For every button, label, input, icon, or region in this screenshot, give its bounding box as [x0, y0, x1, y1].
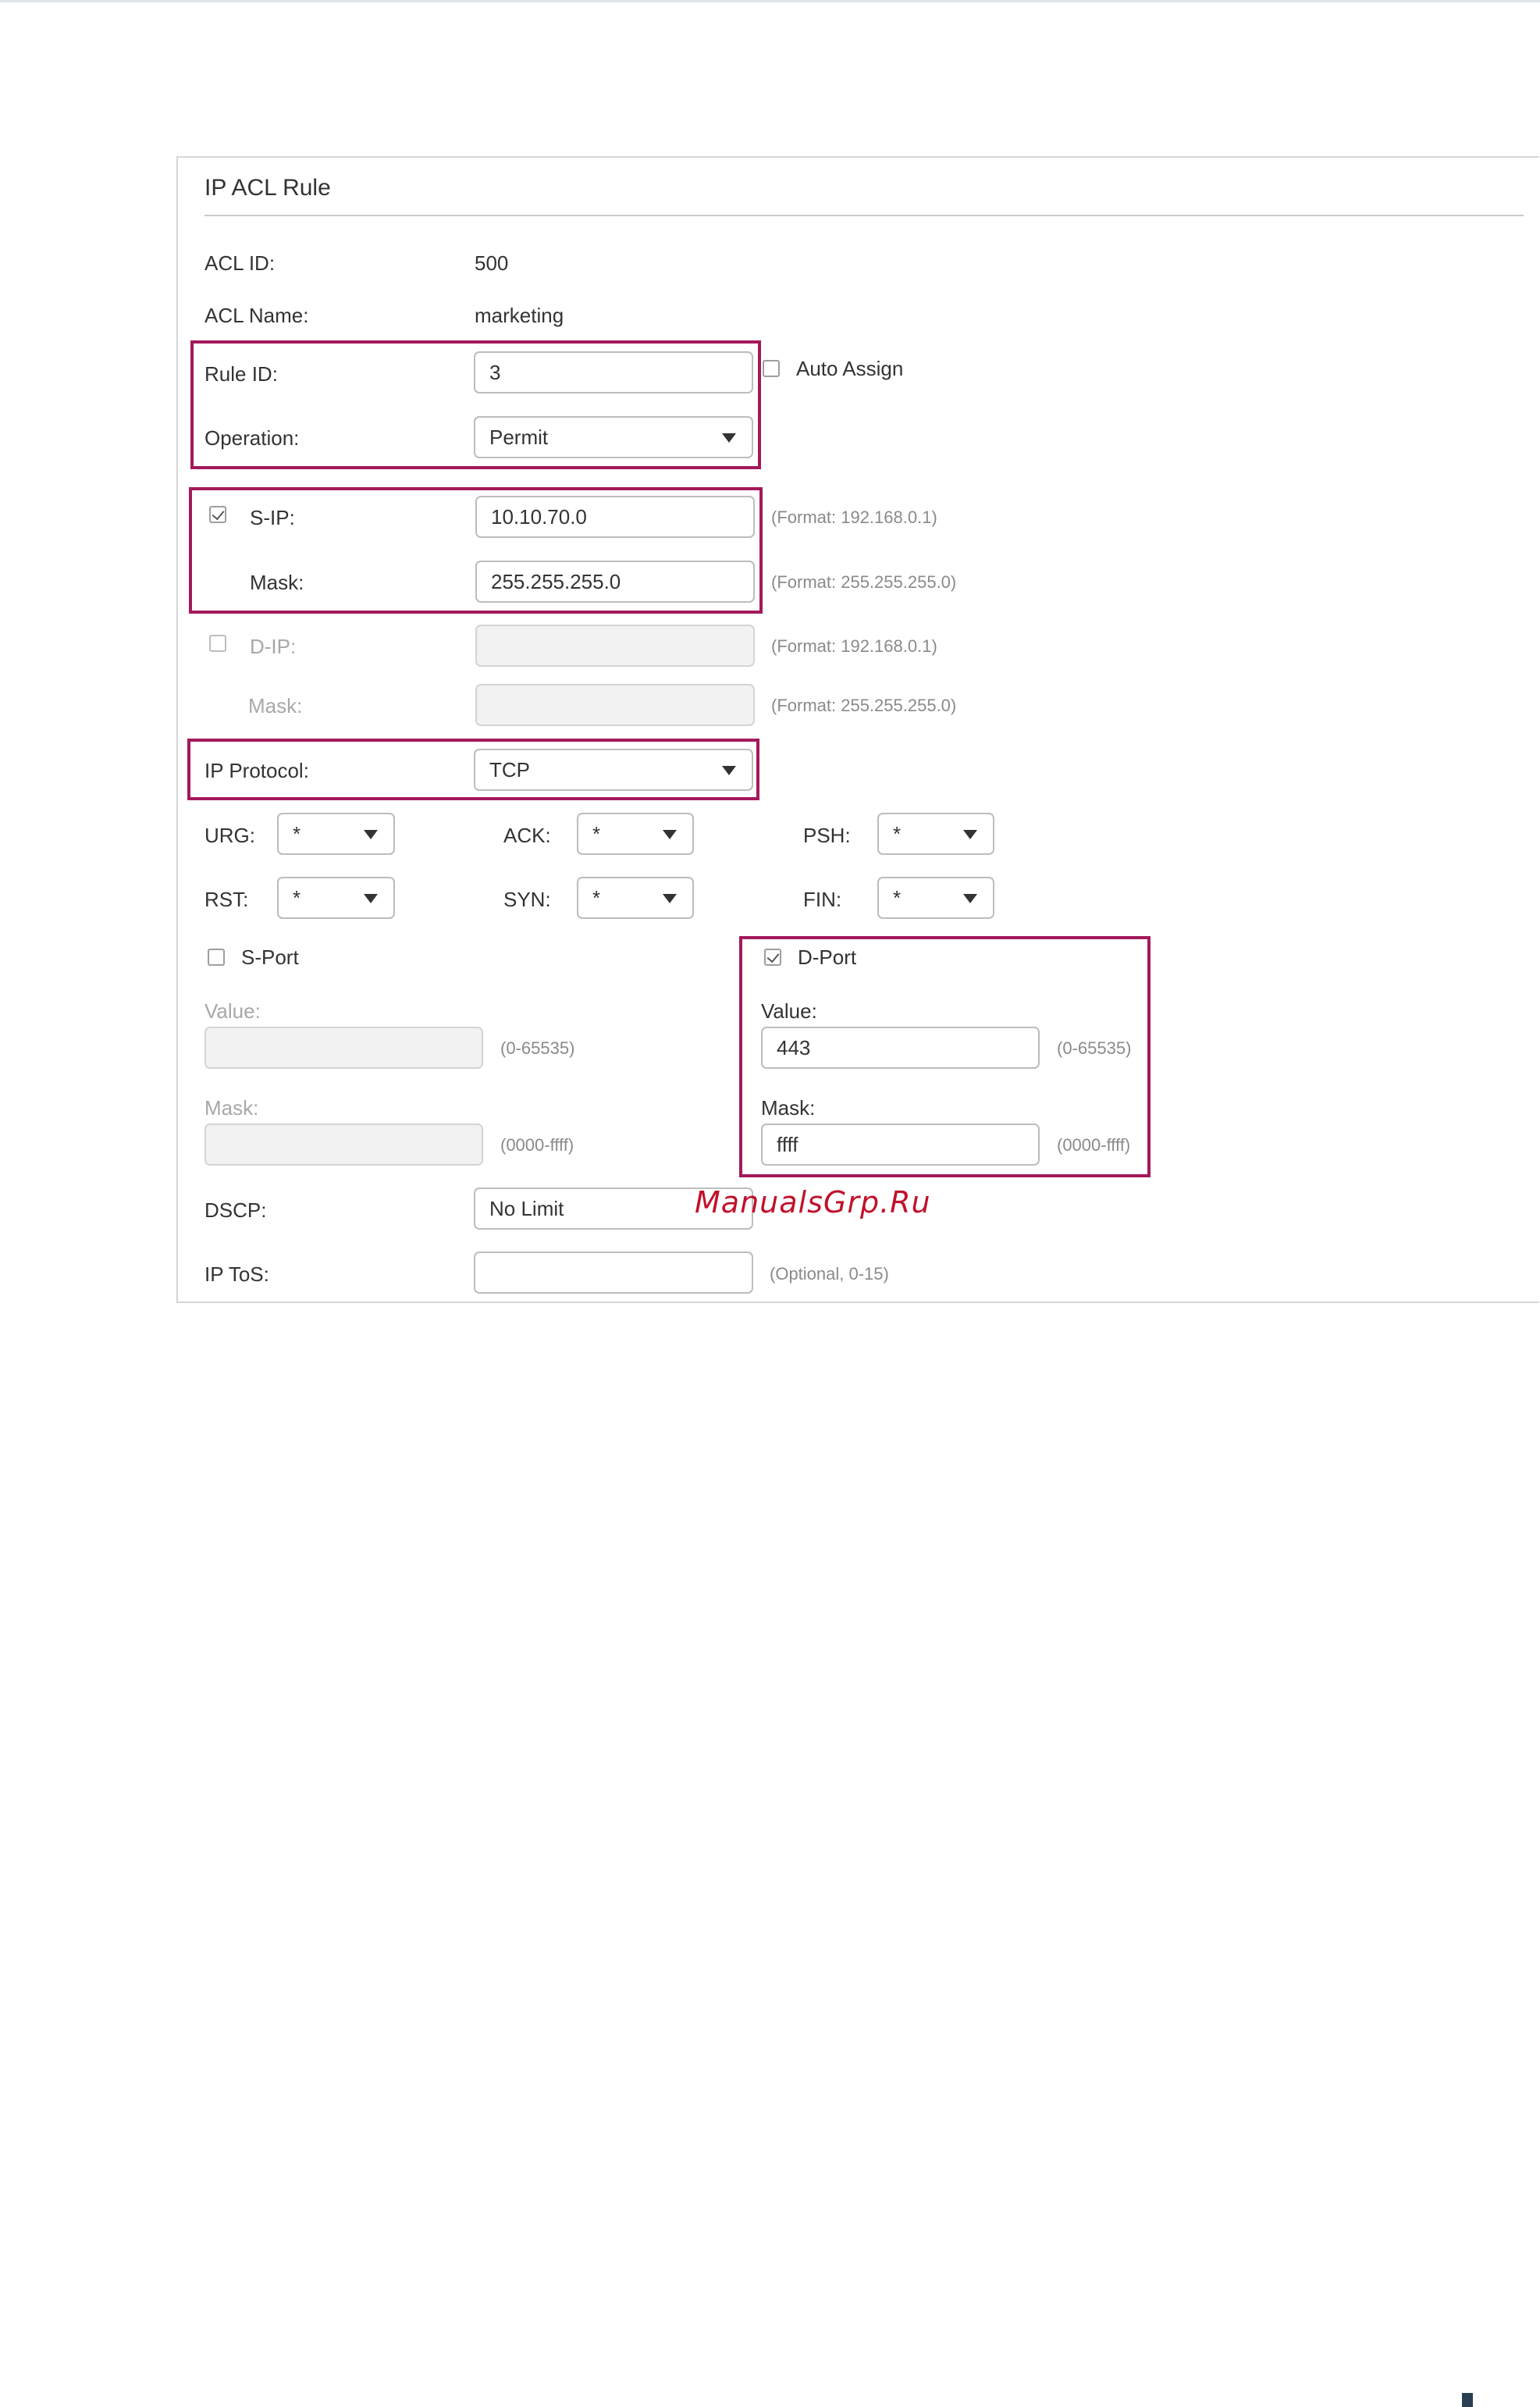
highlight-sip — [189, 487, 763, 614]
title-divider — [205, 215, 1524, 216]
ack-select[interactable]: * — [577, 813, 694, 855]
acl-name-label: ACL Name: — [205, 304, 309, 327]
ack-selected-value: * — [592, 822, 601, 846]
acl-id-value: 500 — [475, 251, 509, 275]
dip-label: D-IP: — [250, 635, 297, 658]
sport-value-input[interactable] — [205, 1027, 483, 1069]
fin-label: FIN: — [803, 888, 842, 911]
auto-assign-label: Auto Assign — [796, 357, 904, 380]
sip-hint: (Format: 192.168.0.1) — [771, 507, 937, 527]
chevron-down-icon — [364, 830, 378, 839]
dscp-label: DSCP: — [205, 1198, 267, 1222]
ip-tos-hint: (Optional, 0-15) — [770, 1264, 889, 1284]
psh-label: PSH: — [803, 824, 851, 847]
sport-checkbox[interactable] — [208, 949, 225, 966]
dip-mask-hint: (Format: 255.255.255.0) — [771, 696, 957, 715]
ip-tos-label: IP ToS: — [205, 1262, 269, 1286]
ip-tos-input[interactable] — [474, 1252, 753, 1294]
dip-mask-label: Mask: — [248, 694, 303, 717]
top-rule — [0, 0, 1540, 2]
watermark-text: ManualsGrp.Ru — [695, 1185, 931, 1220]
urg-label: URG: — [205, 824, 255, 847]
highlight-dport — [739, 936, 1151, 1177]
urg-select[interactable]: * — [277, 813, 395, 855]
syn-label: SYN: — [503, 888, 551, 911]
psh-select[interactable]: * — [877, 813, 994, 855]
highlight-ip-protocol — [187, 739, 759, 800]
sport-label: S-Port — [241, 945, 299, 969]
rst-label: RST: — [205, 888, 249, 911]
dscp-selected-value: No Limit — [489, 1197, 564, 1220]
sport-mask-input[interactable] — [205, 1123, 483, 1166]
ack-label: ACK: — [503, 824, 551, 847]
chevron-down-icon — [963, 830, 977, 839]
psh-selected-value: * — [893, 822, 902, 846]
sport-value-label: Value: — [205, 999, 261, 1023]
fin-select[interactable]: * — [877, 877, 994, 919]
rst-selected-value: * — [293, 886, 301, 910]
chevron-down-icon — [963, 894, 977, 903]
panel-title: IP ACL Rule — [205, 175, 331, 201]
sport-mask-label: Mask: — [205, 1096, 259, 1120]
sport-mask-hint: (0000-ffff) — [500, 1135, 574, 1155]
acl-name-value: marketing — [475, 304, 564, 327]
dip-checkbox[interactable] — [209, 635, 226, 652]
syn-selected-value: * — [592, 886, 601, 910]
sip-mask-hint: (Format: 255.255.255.0) — [771, 572, 957, 592]
chevron-down-icon — [663, 830, 677, 839]
syn-select[interactable]: * — [577, 877, 694, 919]
dip-mask-input[interactable] — [475, 684, 755, 726]
rst-select[interactable]: * — [277, 877, 395, 919]
highlight-rule-id-operation — [190, 340, 761, 469]
chevron-down-icon — [364, 894, 378, 903]
auto-assign-checkbox[interactable] — [763, 360, 780, 377]
acl-id-label: ACL ID: — [205, 251, 276, 275]
dip-input[interactable] — [475, 625, 755, 667]
urg-selected-value: * — [293, 822, 301, 846]
page-corner-mark — [1462, 2393, 1473, 2407]
fin-selected-value: * — [893, 886, 902, 910]
chevron-down-icon — [663, 894, 677, 903]
dip-hint: (Format: 192.168.0.1) — [771, 636, 937, 656]
sport-value-hint: (0-65535) — [500, 1038, 575, 1058]
